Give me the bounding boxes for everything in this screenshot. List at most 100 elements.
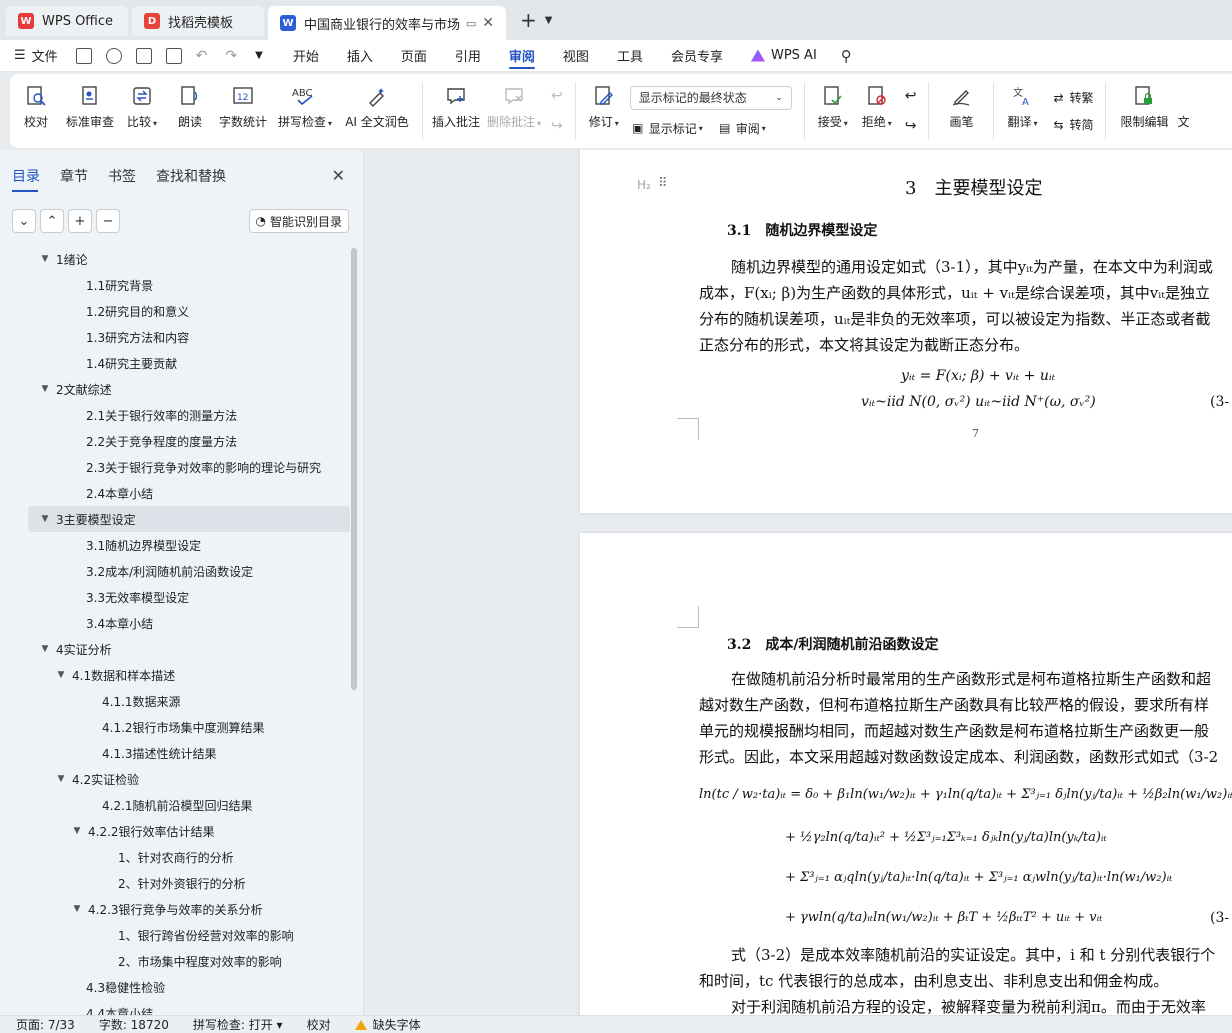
toc-item[interactable]: ▼ 4.2.3银行竞争与效率的关系分析	[0, 896, 352, 922]
toc-item[interactable]: 4.1.2银行市场集中度测算结果	[0, 714, 352, 740]
insert-comment-button[interactable]: 插入批注	[429, 74, 483, 148]
previous-comment-icon[interactable]: ↩	[551, 88, 563, 104]
caret-down-icon[interactable]: ▼	[54, 670, 68, 680]
chevron-up-icon[interactable]: ⌃	[40, 209, 64, 233]
read-aloud-button[interactable]: 朗读	[166, 74, 214, 148]
menu-references[interactable]: 引用	[455, 40, 481, 72]
toc-item[interactable]: ▼ 4.2实证检验	[0, 766, 352, 792]
toc-item[interactable]: 1.2研究目的和意义	[0, 298, 352, 324]
toc-item[interactable]: ▼ 3主要模型设定	[28, 506, 350, 532]
spell-check-button[interactable]: ABC 拼写检查 ▾	[272, 74, 338, 148]
restrict-edit-button[interactable]: 限制编辑	[1112, 74, 1176, 148]
menu-page[interactable]: 页面	[401, 40, 427, 72]
toc-item[interactable]: 3.1随机边界模型设定	[0, 532, 352, 558]
close-icon[interactable]: ✕	[332, 166, 345, 185]
caret-down-icon[interactable]: ▼	[54, 774, 68, 784]
word-count-indicator[interactable]: 字数: 18720	[99, 1016, 169, 1033]
reject-button[interactable]: 拒绝 ▾	[855, 74, 899, 148]
toc-item[interactable]: 4.1.1数据来源	[0, 688, 352, 714]
toc-item[interactable]: ▼ 4实证分析	[0, 636, 352, 662]
to-simplified-button[interactable]: ⇆ 转简	[1050, 116, 1093, 133]
chevron-down-icon[interactable]: ⌄	[12, 209, 36, 233]
drag-handle-icon[interactable]: ⠿	[658, 176, 667, 191]
document-button-partial[interactable]: 文	[1176, 74, 1190, 148]
to-traditional-button[interactable]: ⇄ 转繁	[1050, 89, 1093, 106]
chevron-down-icon[interactable]: ▼	[255, 50, 263, 61]
toc-item[interactable]: ▼ 4.2.2银行效率估计结果	[0, 818, 352, 844]
search-icon[interactable]: ⚲	[841, 47, 852, 65]
toc-item[interactable]: 1、针对农商行的分析	[0, 844, 352, 870]
save-icon[interactable]	[75, 47, 92, 64]
menu-insert[interactable]: 插入	[347, 40, 373, 72]
toc-item[interactable]: 2、针对外资银行的分析	[0, 870, 352, 896]
missing-font-indicator[interactable]: 缺失字体	[354, 1016, 421, 1033]
tab-document[interactable]: W 中国商业银行的效率与市场竞 ▭ ✕	[268, 6, 506, 40]
share-icon[interactable]	[105, 47, 122, 64]
toc-item[interactable]: ▼ 1绪论	[0, 246, 352, 272]
caret-down-icon[interactable]: ▼	[38, 384, 52, 394]
toc-item[interactable]: 4.4本章小结	[0, 1000, 352, 1016]
previous-revision-icon[interactable]: ↩	[905, 88, 917, 104]
toc-item[interactable]: 4.1.3描述性统计结果	[0, 740, 352, 766]
toc-item[interactable]: 3.2成本/利润随机前沿函数设定	[0, 558, 352, 584]
menu-review[interactable]: 审阅	[508, 40, 535, 72]
toc-item[interactable]: 3.3无效率模型设定	[0, 584, 352, 610]
tab-toc[interactable]: 目录	[12, 166, 40, 192]
toc-scrollbar[interactable]	[351, 246, 357, 1015]
proof-indicator[interactable]: 校对	[307, 1016, 331, 1033]
page-indicator[interactable]: 页面: 7/33	[16, 1016, 75, 1033]
delete-comment-button[interactable]: 删除批注 ▾	[483, 74, 545, 148]
accept-button[interactable]: 接受 ▾	[811, 74, 855, 148]
toc-item[interactable]: 1、银行跨省份经营对效率的影响	[0, 922, 352, 948]
print-preview-icon[interactable]	[165, 47, 182, 64]
ai-polish-button[interactable]: AI 全文润色	[338, 74, 416, 148]
spell-check-indicator[interactable]: 拼写检查: 打开 ▾	[193, 1016, 283, 1033]
compare-button[interactable]: 比较 ▾	[118, 74, 166, 148]
tab-bookmarks[interactable]: 书签	[108, 166, 136, 192]
caret-down-icon[interactable]: ▼	[70, 826, 84, 836]
caret-down-icon[interactable]: ▼	[38, 514, 52, 524]
caret-down-icon[interactable]: ▼	[38, 644, 52, 654]
menu-start[interactable]: 开始	[293, 40, 319, 72]
review-pane-button[interactable]: ▤ 审阅 ▾	[717, 120, 766, 137]
tab-wps-office[interactable]: W WPS Office	[6, 6, 128, 36]
monitor-icon[interactable]: ▭	[466, 17, 476, 30]
print-icon[interactable]	[135, 47, 152, 64]
smart-toc-button[interactable]: ◔ 智能识别目录	[248, 209, 349, 233]
chevron-down-icon[interactable]: ▼	[545, 15, 553, 26]
undo-icon[interactable]: ↶	[196, 48, 208, 64]
markup-state-select[interactable]: 显示标记的最终状态 ⌄	[629, 85, 792, 110]
tab-find-replace[interactable]: 查找和替换	[156, 166, 226, 192]
tab-docer-templates[interactable]: D 找稻壳模板	[132, 6, 264, 36]
word-count-button[interactable]: 12 字数统计	[214, 74, 272, 148]
revise-button[interactable]: 修订 ▾	[582, 74, 626, 148]
menu-tools[interactable]: 工具	[617, 40, 643, 72]
proofread-button[interactable]: 校对	[10, 74, 62, 148]
pen-button[interactable]: 画笔	[935, 74, 987, 148]
toc-item[interactable]: 2.2关于竞争程度的度量方法	[0, 428, 352, 454]
toc-item[interactable]: 2、市场集中程度对效率的影响	[0, 948, 352, 974]
toc-item[interactable]: ▼ 2文献综述	[0, 376, 352, 402]
close-tab-icon[interactable]: ✕	[482, 15, 494, 31]
tab-sections[interactable]: 章节	[60, 166, 88, 192]
menu-member[interactable]: 会员专享	[671, 40, 723, 72]
toc-scroll-thumb[interactable]	[351, 248, 357, 690]
show-markup-button[interactable]: ▣ 显示标记 ▾	[630, 120, 703, 137]
toc-item[interactable]: 3.4本章小结	[0, 610, 352, 636]
plus-icon[interactable]: +	[68, 209, 92, 233]
std-review-button[interactable]: 标准审查	[62, 74, 118, 148]
file-menu[interactable]: ☰ 文件	[14, 40, 58, 72]
toc-item[interactable]: ▼ 4.1数据和样本描述	[0, 662, 352, 688]
toc-item[interactable]: 2.1关于银行效率的测量方法	[0, 402, 352, 428]
minus-icon[interactable]: −	[96, 209, 120, 233]
toc-item[interactable]: 4.3稳健性检验	[0, 974, 352, 1000]
redo-icon[interactable]: ↷	[225, 48, 237, 64]
toc-item[interactable]: 1.3研究方法和内容	[0, 324, 352, 350]
caret-down-icon[interactable]: ▼	[70, 904, 84, 914]
caret-down-icon[interactable]: ▼	[38, 254, 52, 264]
toc-item[interactable]: 1.1研究背景	[0, 272, 352, 298]
toc-item[interactable]: 1.4研究主要贡献	[0, 350, 352, 376]
wps-ai-button[interactable]: WPS AI	[750, 48, 817, 63]
translate-button[interactable]: 文A 翻译 ▾	[1000, 74, 1044, 148]
toc-item[interactable]: 2.4本章小结	[0, 480, 352, 506]
